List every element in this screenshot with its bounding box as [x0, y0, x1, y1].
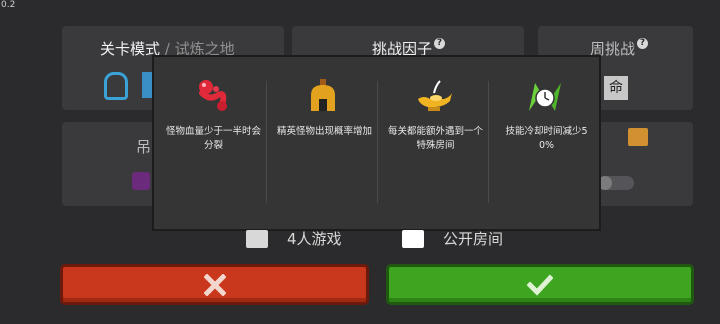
weekly-toggle[interactable] [598, 176, 634, 190]
x-icon [203, 273, 226, 296]
public-room-checkbox[interactable] [402, 230, 424, 248]
factor-special-room: 每关都能额外遇到一个特殊房间 [378, 57, 489, 229]
version-label: 0.2 [1, 0, 16, 10]
magic-lamp-icon [417, 80, 452, 111]
factor-text: 技能冷却时间减少50% [505, 126, 588, 151]
confirm-button[interactable] [386, 264, 694, 305]
mode-icon [142, 72, 152, 98]
factor-text: 怪物血量少于一半时会分裂 [166, 126, 262, 151]
gift-icon [628, 128, 648, 146]
factor-elite: 精英怪物出现概率增加 [267, 57, 378, 229]
red-worm-icon [198, 80, 227, 111]
factor-text: 精英怪物出现概率增加 [277, 126, 373, 137]
factor-cooldown: 技能冷却时间减少50% [489, 57, 600, 229]
four-players-checkbox[interactable] [246, 230, 268, 248]
stopwatch-arrows-icon [528, 83, 561, 111]
factor-text: 每关都能额外遇到一个特殊房间 [388, 126, 484, 151]
spartan-helmet-icon [310, 79, 335, 111]
knight-helmet-icon [104, 72, 128, 100]
factor-split: 怪物血量少于一半时会分裂 [156, 57, 267, 229]
four-players-label: 4人游戏 [287, 230, 342, 248]
public-room-label: 公开房间 [443, 230, 504, 248]
purple-creature-icon [132, 172, 150, 190]
mode-label: 关卡模式 [100, 40, 161, 58]
check-icon [527, 273, 553, 296]
challenge-factors-popup: 怪物血量少于一半时会分裂 精英怪物出现概率增加 每关都能额外遇到一个特殊房间 技… [152, 55, 601, 231]
command-icon: 命 [604, 76, 628, 100]
help-icon[interactable]: ? [434, 38, 446, 49]
cancel-button[interactable] [60, 264, 369, 305]
mode-detail-label: 吊 [136, 138, 152, 156]
help-icon[interactable]: ? [637, 38, 649, 49]
